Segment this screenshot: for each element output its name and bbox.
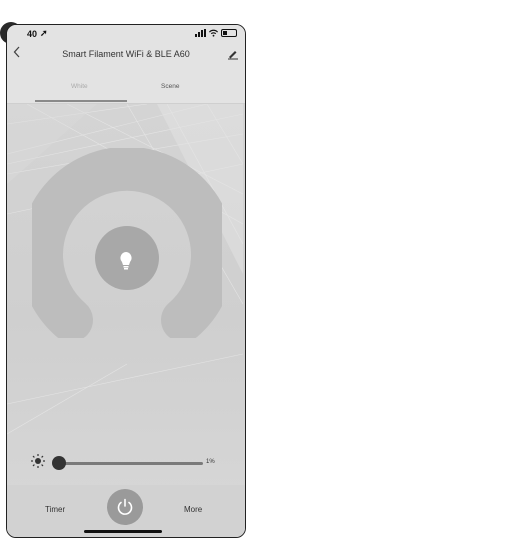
pencil-icon xyxy=(228,51,238,60)
brightness-slider-thumb[interactable] xyxy=(52,456,66,470)
phone-screen: 40 ➚ Smart Filament WiFi & BLE A60 White… xyxy=(6,24,246,538)
timer-button[interactable]: Timer xyxy=(45,505,65,514)
bottom-action-bar: Timer More xyxy=(7,485,245,537)
status-time: 40 xyxy=(27,29,38,39)
brightness-dial[interactable] xyxy=(32,148,222,338)
page-title: Smart Filament WiFi & BLE A60 xyxy=(62,49,190,59)
signal-icon xyxy=(195,29,206,37)
tab-selected-indicator xyxy=(35,100,127,102)
status-bar: 40 ➚ xyxy=(7,25,245,43)
more-button[interactable]: More xyxy=(184,505,202,514)
edit-button[interactable] xyxy=(227,47,239,65)
status-icons xyxy=(195,29,237,37)
wifi-icon xyxy=(209,29,218,37)
brightness-slider[interactable] xyxy=(59,462,203,465)
power-button[interactable] xyxy=(107,489,143,525)
battery-icon xyxy=(221,29,237,37)
main-content: 1% xyxy=(7,104,245,497)
power-icon xyxy=(117,498,133,515)
brightness-value: 1% xyxy=(206,459,215,465)
sun-icon xyxy=(31,454,45,468)
tab-scene[interactable]: Scene xyxy=(161,83,179,90)
tab-white[interactable]: White xyxy=(71,83,88,90)
location-arrow-icon: ➚ xyxy=(40,28,48,38)
navigation-bar: Smart Filament WiFi & BLE A60 xyxy=(7,43,245,67)
home-indicator[interactable] xyxy=(84,530,162,533)
lightbulb-icon xyxy=(120,252,132,270)
tab-bar: White Scene xyxy=(7,67,245,104)
